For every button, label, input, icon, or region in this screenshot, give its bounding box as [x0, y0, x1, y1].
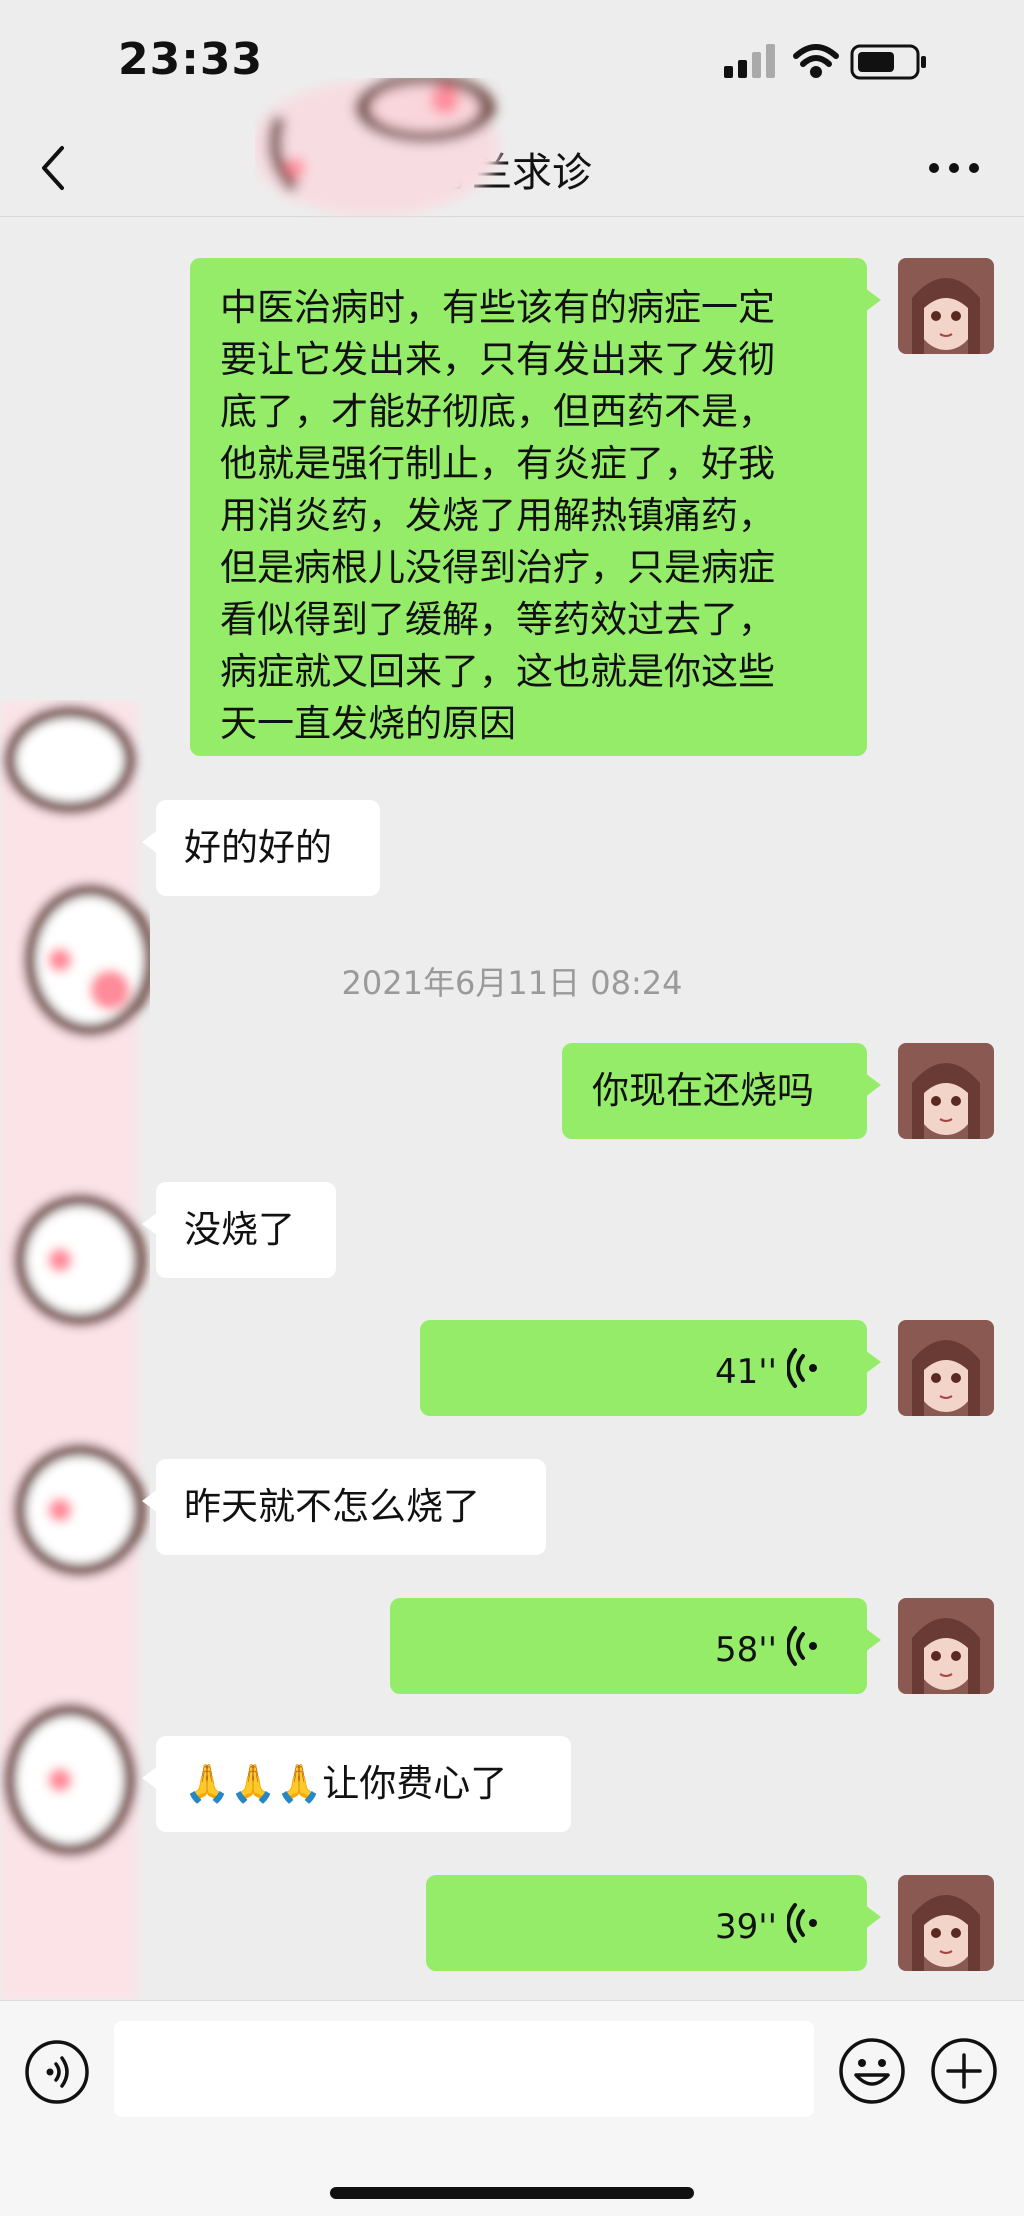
voice-icon — [787, 1348, 817, 1388]
message-text: 🙏🙏🙏让你费心了 — [184, 1762, 508, 1805]
voice-duration: 41'' — [715, 1352, 777, 1392]
message-bubble-incoming[interactable]: 没烧了 — [142, 1182, 336, 1278]
voice-duration: 39'' — [715, 1907, 777, 1947]
message-bubble-incoming[interactable]: 好的好的 — [142, 800, 380, 896]
message-text: 中医治病时，有些该有的病症一定 要让它发出来，只有发出来了发彻 底了，才能好彻底… — [220, 286, 775, 745]
avatar[interactable] — [898, 1598, 994, 1694]
avatar[interactable] — [898, 1320, 994, 1416]
more-icon[interactable] — [924, 148, 984, 188]
privacy-sticker — [255, 78, 500, 216]
message-bubble-outgoing[interactable]: 中医治病时，有些该有的病症一定 要让它发出来，只有发出来了发彻 底了，才能好彻底… — [190, 258, 881, 756]
message-text: 昨天就不怎么烧了 — [184, 1485, 480, 1528]
plus-icon[interactable] — [930, 2037, 998, 2105]
signal-icon — [724, 44, 775, 78]
message-bubble-outgoing[interactable]: 你现在还烧吗 — [562, 1043, 881, 1139]
voice-icon — [787, 1903, 817, 1943]
privacy-sticker-left — [0, 700, 150, 2000]
message-bubble-incoming[interactable]: 昨天就不怎么烧了 — [142, 1459, 546, 1555]
message-input[interactable] — [114, 2021, 814, 2117]
message-bubble-incoming[interactable]: 🙏🙏🙏让你费心了 — [142, 1736, 571, 1832]
battery-icon — [850, 44, 926, 80]
avatar[interactable] — [898, 1875, 994, 1971]
voice-duration: 58'' — [715, 1630, 777, 1670]
home-indicator — [330, 2187, 694, 2199]
message-text: 没烧了 — [184, 1208, 295, 1251]
avatar[interactable] — [898, 1043, 994, 1139]
voice-message-outgoing[interactable]: 41'' — [420, 1320, 881, 1416]
voice-icon — [787, 1626, 817, 1666]
voice-message-outgoing[interactable]: 58'' — [390, 1598, 881, 1694]
input-bar — [0, 2000, 1024, 2216]
wifi-icon — [793, 44, 839, 78]
timestamp: 2021年6月11日 08:24 — [341, 964, 683, 1002]
message-text: 你现在还烧吗 — [592, 1069, 814, 1112]
status-time: 23:33 — [118, 34, 264, 85]
voice-message-outgoing[interactable]: 39'' — [426, 1875, 881, 1971]
emoji-icon[interactable] — [838, 2037, 906, 2105]
message-text: 好的好的 — [184, 826, 332, 869]
avatar[interactable] — [898, 258, 994, 354]
voice-input-icon[interactable] — [24, 2039, 90, 2105]
status-icons — [724, 40, 954, 88]
